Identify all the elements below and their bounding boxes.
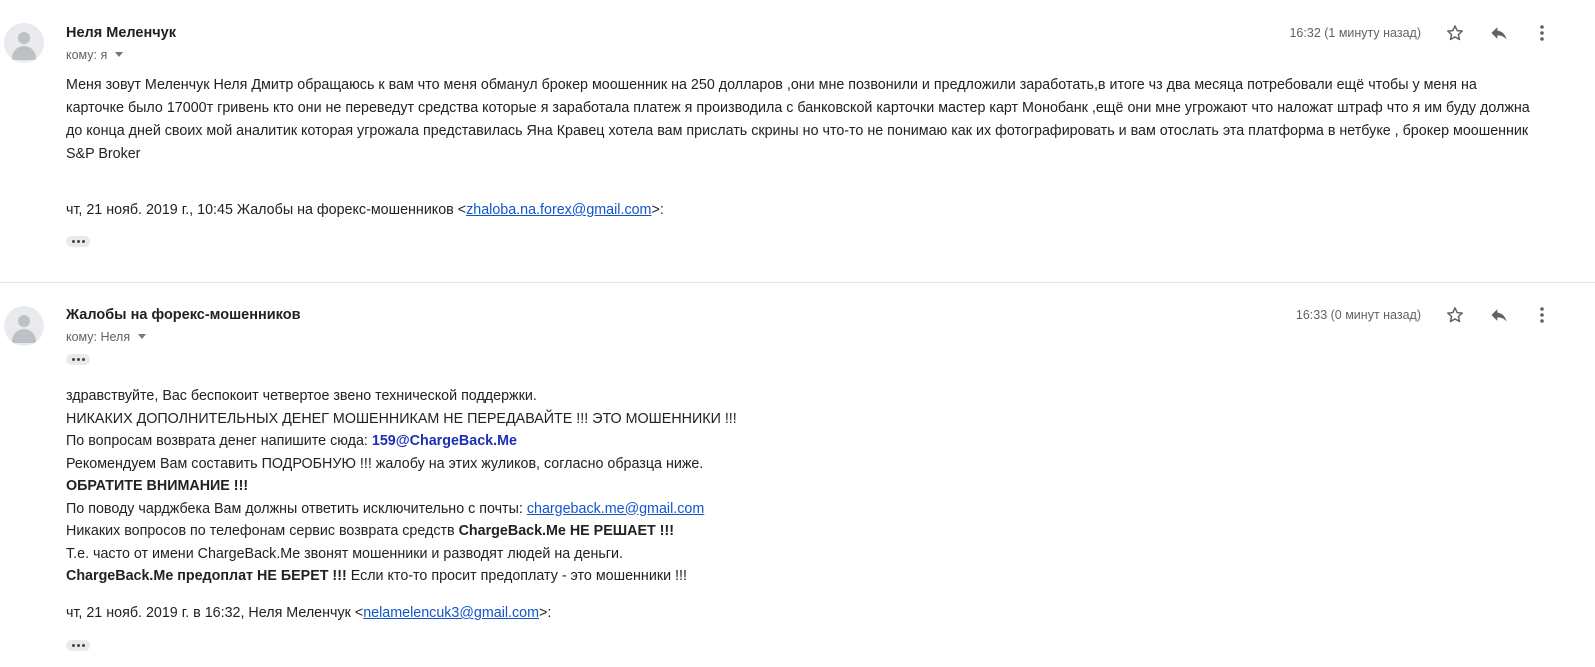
body-bold: ОБРАТИТЕ ВНИМАНИЕ !!!	[66, 478, 249, 494]
body-line: По поводу чарджбека Вам должны ответить …	[66, 498, 737, 521]
ellipsis-icon[interactable]	[66, 354, 90, 365]
quote-prefix: чт, 21 нояб. 2019 г. в 16:32, Неля Мелен…	[66, 605, 364, 621]
message-divider	[0, 282, 1595, 283]
body-text: По поводу чарджбека Вам должны ответить …	[66, 500, 527, 517]
body-line: здравствуйте, Вас беспокоит четвертое зв…	[66, 388, 537, 404]
quote-header: чт, 21 нояб. 2019 г. в 16:32, Неля Мелен…	[66, 605, 551, 621]
quote-email-link[interactable]: nelamelencuk3@gmail.com	[363, 605, 539, 621]
gmail-email-link[interactable]: chargeback.me@gmail.com	[527, 501, 704, 517]
recipient-label: кому: Неля	[66, 330, 131, 344]
body-text: Если кто-то просит предоплату - это моше…	[346, 568, 687, 584]
chevron-down-icon	[138, 334, 147, 340]
message-body: здравствуйте, Вас беспокоит четвертое зв…	[66, 385, 737, 588]
sender-name[interactable]: Жалобы на форекс-мошенников	[66, 307, 301, 323]
more-vert-icon[interactable]	[1530, 21, 1554, 45]
recipient-toggle[interactable]: кому: я	[66, 48, 124, 62]
chevron-down-icon	[115, 52, 124, 58]
quote-header: чт, 21 нояб. 2019 г., 10:45 Жалобы на фо…	[66, 202, 664, 218]
sender-name[interactable]: Неля Меленчук	[66, 25, 176, 41]
sender-avatar[interactable]	[4, 23, 44, 63]
message-time: 16:33 (0 минут назад)	[1295, 308, 1421, 322]
reply-icon[interactable]	[1487, 303, 1511, 327]
body-line: По вопросам возврата денег напишите сюда…	[66, 430, 737, 453]
recipient-toggle[interactable]: кому: Неля	[66, 330, 147, 344]
body-line: ОБРАТИТЕ ВНИМАНИЕ !!!	[66, 475, 737, 498]
sender-avatar[interactable]	[4, 306, 44, 346]
star-icon[interactable]	[1443, 303, 1467, 327]
quote-prefix: чт, 21 нояб. 2019 г., 10:45 Жалобы на фо…	[66, 202, 467, 218]
ellipsis-icon[interactable]	[66, 640, 90, 651]
body-bold: ChargeBack.Me предоплат НЕ БЕРЕТ !!!	[66, 568, 347, 584]
body-line: Рекомендуем Вам составить ПОДРОБНУЮ !!! …	[66, 455, 704, 472]
ellipsis-icon[interactable]	[66, 236, 90, 247]
quote-email-link[interactable]: zhaloba.na.forex@gmail.com	[466, 202, 651, 218]
reply-icon[interactable]	[1487, 21, 1511, 45]
body-text: По вопросам возврата денег напишите сюда…	[66, 433, 372, 449]
recipient-label: кому: я	[66, 48, 108, 62]
body-text: Никаких вопросов по телефонам сервис воз…	[66, 523, 459, 539]
more-vert-icon[interactable]	[1530, 303, 1554, 327]
body-line: НИКАКИХ ДОПОЛНИТЕЛЬНЫХ ДЕНЕГ МОШЕННИКАМ …	[66, 410, 737, 427]
quote-suffix: >:	[651, 202, 664, 218]
star-icon[interactable]	[1443, 21, 1467, 45]
chargeback-email-link[interactable]: 159@ChargeBack.Me	[372, 433, 517, 449]
message-body: Меня зовут Меленчук Неля Дмитр обращаюсь…	[66, 77, 1530, 162]
body-line: Т.е. часто от имени ChargeBack.Me звонят…	[66, 545, 623, 562]
body-line: Никаких вопросов по телефонам сервис воз…	[66, 520, 737, 543]
message-time: 16:32 (1 минуту назад)	[1289, 26, 1421, 40]
body-line: ChargeBack.Me предоплат НЕ БЕРЕТ !!! Есл…	[66, 565, 737, 588]
quote-suffix: >:	[539, 605, 552, 621]
body-bold: ChargeBack.Me НЕ РЕШАЕТ !!!	[458, 523, 674, 539]
